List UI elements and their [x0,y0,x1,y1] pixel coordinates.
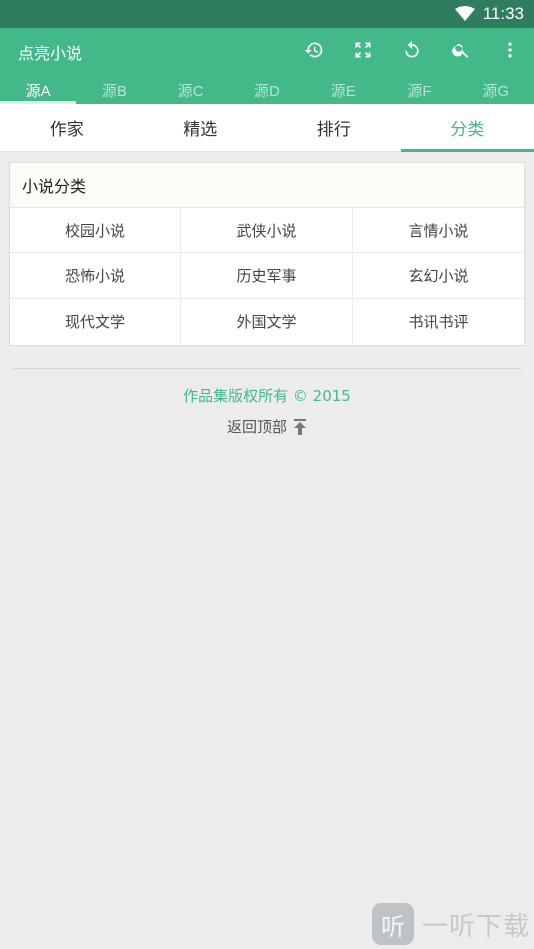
source-tab-a[interactable]: 源A [0,76,77,104]
watermark: 听 一听下载 [371,903,530,945]
wifi-icon [454,6,475,22]
tab-rankings[interactable]: 排行 [267,104,401,151]
source-tab-g[interactable]: 源G [458,76,534,104]
source-tab-d[interactable]: 源D [229,76,305,104]
app-actions [289,28,534,76]
arrow-up-to-top-icon [293,418,307,435]
footer-divider [13,368,521,369]
fullscreen-icon [353,40,373,64]
app-title: 点亮小说 [18,44,83,63]
search-button[interactable] [436,28,485,76]
refresh-button[interactable] [387,28,436,76]
category-item[interactable]: 外国文学 [181,298,353,344]
history-button[interactable] [289,28,338,76]
category-item[interactable]: 言情小说 [353,208,524,254]
fullscreen-button[interactable] [338,28,387,76]
source-tab-f[interactable]: 源F [381,76,457,104]
copyright-text: 作品集版权所有 © 2015 [183,387,351,405]
category-grid: 校园小说 武侠小说 言情小说 恐怖小说 历史军事 玄幻小说 现代文学 外国文学 … [10,208,524,344]
tab-categories[interactable]: 分类 [400,104,534,152]
panel-title: 小说分类 [10,163,524,208]
category-item[interactable]: 历史军事 [181,253,353,299]
category-item[interactable]: 武侠小说 [181,208,353,254]
category-item[interactable]: 玄幻小说 [353,253,524,299]
main-tabs: 作家 精选 排行 分类 [0,104,534,152]
category-item[interactable]: 校园小说 [10,208,181,254]
category-panel: 小说分类 校园小说 武侠小说 言情小说 恐怖小说 历史军事 玄幻小说 现代文学 … [9,162,525,346]
watermark-text: 一听下载 [421,911,530,942]
app-bar: 点亮小说 [0,28,534,76]
tab-featured[interactable]: 精选 [134,104,268,151]
source-tab-b[interactable]: 源B [76,76,152,104]
more-options-button[interactable] [485,28,534,76]
status-time: 11:33 [482,4,524,23]
status-bar: 11:33 [0,0,534,28]
category-item[interactable]: 现代文学 [10,298,181,344]
source-tab-e[interactable]: 源E [305,76,381,104]
back-to-top-label: 返回顶部 [226,418,287,436]
source-tab-c[interactable]: 源C [153,76,229,104]
category-item[interactable]: 书讯书评 [353,299,524,344]
refresh-icon [402,40,422,64]
tab-writers[interactable]: 作家 [0,104,134,151]
back-to-top-link[interactable]: 返回顶部 [0,416,534,437]
watermark-logo: 听 [371,903,414,945]
more-vert-icon [500,40,520,64]
source-tabs: 源A 源B 源C 源D 源E 源F 源G [0,76,534,104]
search-icon [451,40,471,64]
category-item[interactable]: 恐怖小说 [10,253,181,299]
history-icon [304,40,324,64]
